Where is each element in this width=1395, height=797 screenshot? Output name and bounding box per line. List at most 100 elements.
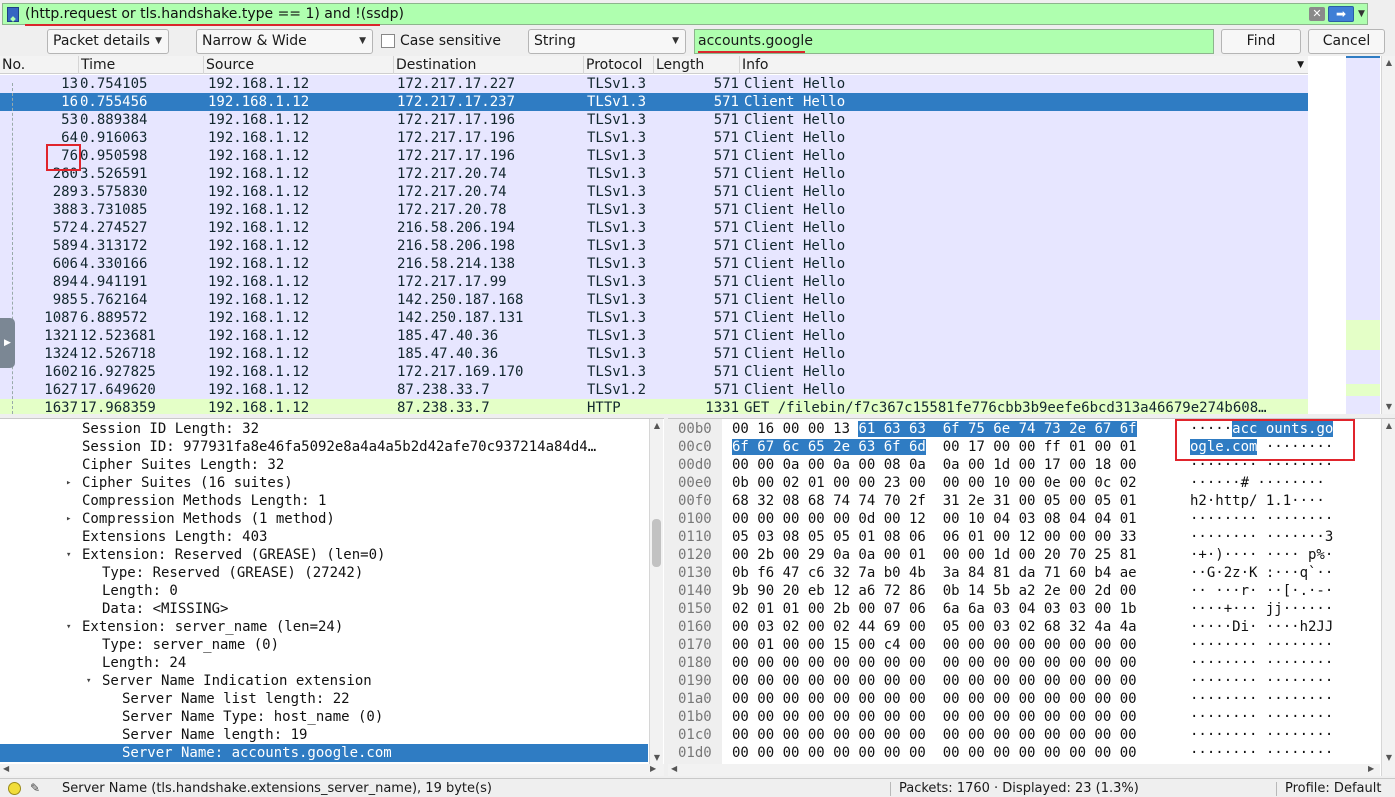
search-type-select[interactable]: String ▼ xyxy=(528,29,686,54)
ascii-bytes[interactable]: ·+·)···· ···· p%· xyxy=(1190,546,1333,564)
column-header-info[interactable]: Info ▼ xyxy=(740,56,1308,74)
find-button[interactable]: Find xyxy=(1221,29,1301,54)
scroll-down-icon[interactable]: ▼ xyxy=(652,753,662,762)
bytes-horizontal-scrollbar[interactable]: ◀ ▶ xyxy=(668,764,1380,776)
packet-row[interactable]: 1321 12.523681 192.168.1.12 185.47.40.36 TLS… xyxy=(0,327,1308,345)
hex-bytes[interactable]: 00 00 00 00 00 00 00 00 00 00 00 00 00 0… xyxy=(732,708,1137,726)
hex-bytes[interactable]: 68 32 08 68 74 74 70 2f 31 2e 31 00 05 0… xyxy=(732,492,1137,510)
ascii-bytes[interactable]: ········ ········ xyxy=(1190,744,1333,762)
packet-row[interactable]: 13 0.754105 192.168.1.12 172.217.17.227 TLSv… xyxy=(0,75,1308,93)
detail-tree-row[interactable]: Extensions Length: 403 xyxy=(0,528,648,546)
scroll-left-icon[interactable]: ◀ xyxy=(3,764,9,773)
hex-bytes[interactable]: 6f 67 6c 65 2e 63 6f 6d 00 17 00 00 ff 0… xyxy=(732,438,1137,456)
hex-bytes[interactable]: 00 01 00 00 15 00 c4 00 00 00 00 00 00 0… xyxy=(732,636,1137,654)
ascii-bytes[interactable]: ······# ········ xyxy=(1190,474,1325,492)
hex-bytes[interactable]: 9b 90 20 eb 12 a6 72 86 0b 14 5b a2 2e 0… xyxy=(732,582,1137,600)
case-sensitive-checkbox[interactable] xyxy=(381,34,395,48)
packet-row[interactable]: 388 3.731085 192.168.1.12 172.217.20.78 TLSv… xyxy=(0,201,1308,219)
packet-row[interactable]: 1637 17.968359 192.168.1.12 87.238.33.7 HTTP… xyxy=(0,399,1308,414)
packet-details-scrollbar[interactable]: ▲ ▼ xyxy=(649,419,663,776)
packet-row[interactable]: 606 4.330166 192.168.1.12 216.58.214.138 TLS… xyxy=(0,255,1308,273)
detail-tree-row[interactable]: Server Name Type: host_name (0) xyxy=(0,708,648,726)
packet-row[interactable]: 572 4.274527 192.168.1.12 216.58.206.194 TLS… xyxy=(0,219,1308,237)
detail-tree-row[interactable]: ▾ Extension: Reserved (GREASE) (len=0) xyxy=(0,546,648,564)
ascii-bytes[interactable]: ········ ········ xyxy=(1190,672,1333,690)
detail-tree-row[interactable]: Type: Reserved (GREASE) (27242) xyxy=(0,564,648,582)
hex-bytes[interactable]: 00 00 00 00 00 00 00 00 00 00 00 00 00 0… xyxy=(732,744,1137,762)
detail-tree-row[interactable]: Length: 0 xyxy=(0,582,648,600)
char-width-select[interactable]: Narrow & Wide ▼ xyxy=(196,29,373,54)
search-in-select[interactable]: Packet details ▼ xyxy=(47,29,169,54)
expand-arrow-icon[interactable]: ▸ xyxy=(66,510,71,528)
ascii-bytes[interactable]: ········ ········ xyxy=(1190,690,1333,708)
hex-bytes[interactable]: 00 00 00 00 00 00 00 00 00 00 00 00 00 0… xyxy=(732,726,1137,744)
scroll-left-icon[interactable]: ◀ xyxy=(671,764,677,773)
packet-row[interactable]: 289 3.575830 192.168.1.12 172.217.20.74 TLSv… xyxy=(0,183,1308,201)
scroll-up-icon[interactable]: ▲ xyxy=(1384,421,1394,430)
packet-row[interactable]: 894 4.941191 192.168.1.12 172.217.17.99 TLSv… xyxy=(0,273,1308,291)
collapse-arrow-icon[interactable]: ▾ xyxy=(66,618,71,636)
cancel-button[interactable]: Cancel xyxy=(1308,29,1385,54)
ascii-bytes[interactable]: ··G·2z·K :···q`·· xyxy=(1190,564,1333,582)
apply-filter-icon[interactable]: ➡ xyxy=(1328,6,1354,22)
hex-bytes[interactable]: 0b f6 47 c6 32 7a b0 4b 3a 84 81 da 71 6… xyxy=(732,564,1137,582)
detail-tree-row[interactable]: ▸ Cipher Suites (16 suites) xyxy=(0,474,648,492)
hex-bytes[interactable]: 00 2b 00 29 0a 0a 00 01 00 00 1d 00 20 7… xyxy=(732,546,1137,564)
filter-history-dropdown-icon[interactable]: ▼ xyxy=(1358,6,1368,22)
scroll-down-icon[interactable]: ▼ xyxy=(1384,402,1394,411)
scroll-right-icon[interactable]: ▶ xyxy=(1368,764,1374,773)
detail-tree-row[interactable]: ▸ Compression Methods (1 method) xyxy=(0,510,648,528)
ascii-bytes[interactable]: ········ ·······3 xyxy=(1190,528,1333,546)
detail-tree-row[interactable]: Session ID Length: 32 xyxy=(0,420,648,438)
packet-row[interactable]: 76 0.950598 192.168.1.12 172.217.17.196 TLSv… xyxy=(0,147,1308,165)
hex-bytes[interactable]: 02 01 01 00 2b 00 07 06 6a 6a 03 04 03 0… xyxy=(732,600,1137,618)
column-header-length[interactable]: Length xyxy=(654,56,740,74)
collapse-arrow-icon[interactable]: ▾ xyxy=(66,546,71,564)
scroll-right-icon[interactable]: ▶ xyxy=(650,764,656,773)
detail-tree-row[interactable]: Server Name length: 19 xyxy=(0,726,648,744)
ascii-bytes[interactable]: ········ ········ xyxy=(1190,510,1333,528)
ascii-bytes[interactable]: ········ ········ xyxy=(1190,636,1333,654)
hex-bytes[interactable]: 00 00 00 00 00 00 00 00 00 00 00 00 00 0… xyxy=(732,672,1137,690)
ascii-bytes[interactable]: ····+··· jj······ xyxy=(1190,600,1333,618)
hex-bytes[interactable]: 00 00 00 00 00 00 00 00 00 00 00 00 00 0… xyxy=(732,690,1137,708)
detail-tree-row[interactable]: Session ID: 977931fa8e46fa5092e8a4a4a5b2… xyxy=(0,438,648,456)
detail-tree-row[interactable]: Data: <MISSING> xyxy=(0,600,648,618)
detail-tree-row[interactable]: Cipher Suites Length: 32 xyxy=(0,456,648,474)
scroll-down-icon[interactable]: ▼ xyxy=(1384,753,1394,762)
ascii-bytes[interactable]: ········ ········ xyxy=(1190,726,1333,744)
packet-row[interactable]: 53 0.889384 192.168.1.12 172.217.17.196 TLSv… xyxy=(0,111,1308,129)
scroll-thumb[interactable] xyxy=(652,519,661,567)
bookmark-icon[interactable] xyxy=(7,7,19,22)
detail-tree-row[interactable]: Length: 24 xyxy=(0,654,648,672)
packet-list-minimap[interactable] xyxy=(1346,56,1380,414)
packet-row[interactable]: 64 0.916063 192.168.1.12 172.217.17.196 TLSv… xyxy=(0,129,1308,147)
packet-row[interactable]: 1602 16.927825 192.168.1.12 172.217.169.170… xyxy=(0,363,1308,381)
column-header-no[interactable]: No. xyxy=(0,56,79,74)
packet-row[interactable]: 1627 17.649620 192.168.1.12 87.238.33.7 TLSv… xyxy=(0,381,1308,399)
column-header-destination[interactable]: Destination xyxy=(394,56,584,74)
ascii-bytes[interactable]: ········ ········ xyxy=(1190,708,1333,726)
edit-comment-icon[interactable]: ✎ xyxy=(30,781,46,795)
column-header-time[interactable]: Time xyxy=(79,56,204,74)
sidebar-toggle-icon[interactable]: ▶ xyxy=(0,318,15,368)
expand-arrow-icon[interactable]: ▸ xyxy=(66,474,71,492)
expert-info-icon[interactable] xyxy=(8,782,21,795)
scroll-up-icon[interactable]: ▲ xyxy=(1384,58,1394,67)
ascii-bytes[interactable]: h2·http/ 1.1···· xyxy=(1190,492,1325,510)
detail-tree-row[interactable]: Compression Methods Length: 1 xyxy=(0,492,648,510)
ascii-bytes[interactable]: ·· ···r· ··[·.·-· xyxy=(1190,582,1333,600)
hex-bytes[interactable]: 05 03 08 05 05 01 08 06 06 01 00 12 00 0… xyxy=(732,528,1137,546)
packet-row[interactable]: 1324 12.526718 192.168.1.12 185.47.40.36 TLS… xyxy=(0,345,1308,363)
ascii-bytes[interactable]: ········ ········ xyxy=(1190,654,1333,672)
hex-bytes[interactable]: 00 00 00 00 00 00 00 00 00 00 00 00 00 0… xyxy=(732,654,1137,672)
detail-tree-row[interactable]: ▾ Extension: server_name (len=24) xyxy=(0,618,648,636)
status-profile[interactable]: Profile: Default xyxy=(1285,779,1381,797)
packet-row[interactable]: 589 4.313172 192.168.1.12 216.58.206.198 TLS… xyxy=(0,237,1308,255)
packet-row[interactable]: 985 5.762164 192.168.1.12 142.250.187.168 TL… xyxy=(0,291,1308,309)
find-search-input[interactable]: accounts.google xyxy=(694,29,1214,54)
details-horizontal-scrollbar[interactable]: ◀ ▶ xyxy=(0,764,664,776)
clear-filter-icon[interactable]: ✕ xyxy=(1309,7,1325,21)
display-filter-input[interactable]: (http.request or tls.handshake.type == 1… xyxy=(2,3,1368,26)
scroll-up-icon[interactable]: ▲ xyxy=(652,421,662,430)
